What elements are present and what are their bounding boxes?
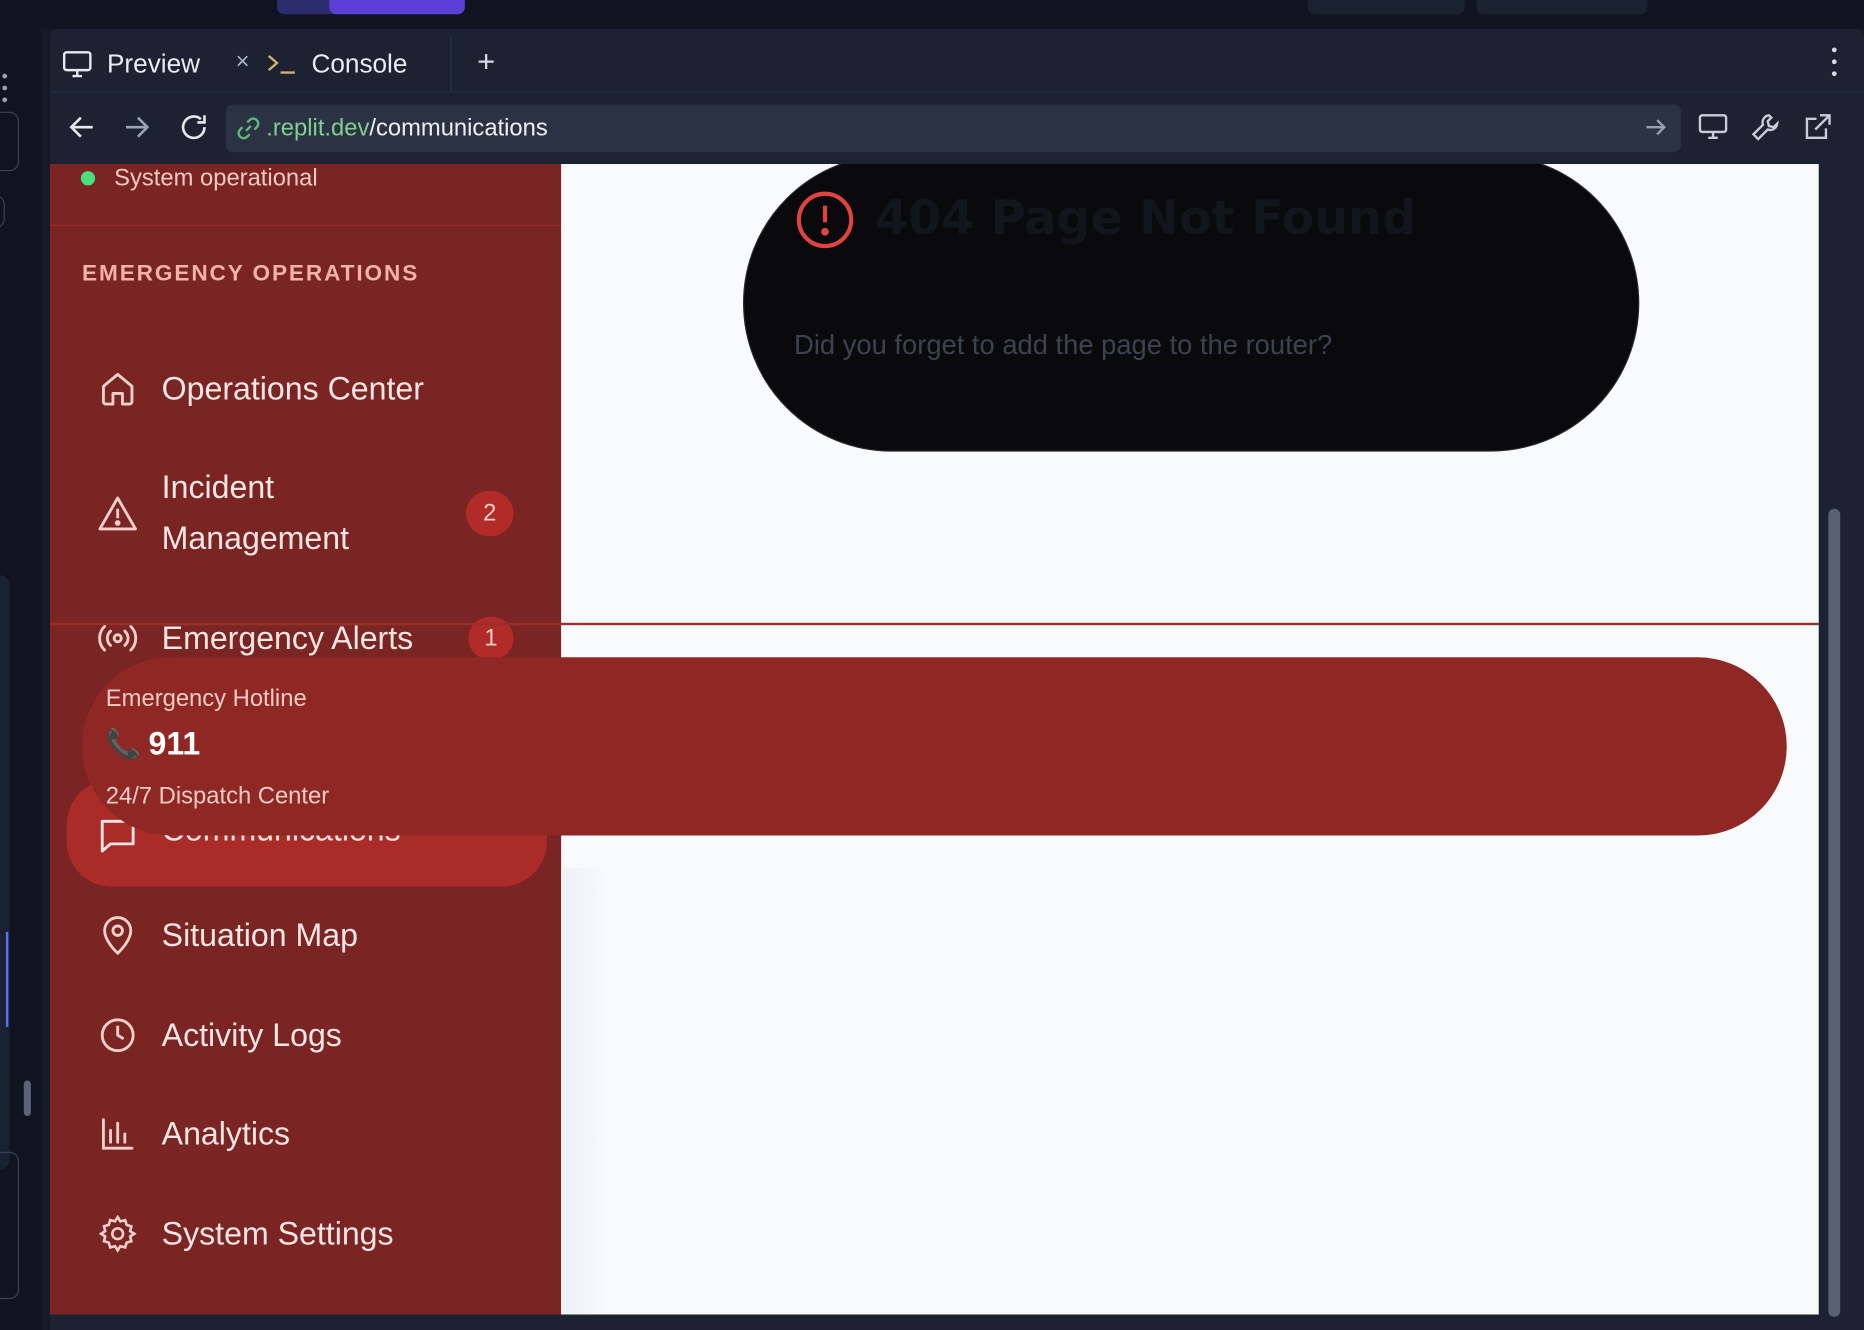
viewport-scrollbar[interactable] — [1818, 164, 1864, 1330]
status-text: System operational — [114, 164, 318, 191]
scrollbar-thumb[interactable] — [1828, 508, 1841, 1317]
phone-icon: 📞 — [105, 728, 142, 761]
not-found-card: 404 Page Not Found Did you forget to add… — [742, 164, 1640, 452]
nav-item-system-settings[interactable]: System Settings — [67, 1206, 547, 1261]
ide-left-gutter — [0, 28, 41, 1330]
wrench-icon[interactable] — [1748, 109, 1784, 145]
tab-console[interactable]: Console — [254, 35, 452, 93]
reload-button[interactable] — [176, 109, 212, 145]
window-top-strip — [0, 0, 1864, 29]
address-bar[interactable]: .replit.dev /communications — [225, 104, 1681, 153]
monitor-icon — [59, 46, 95, 82]
gutter-scrollbar[interactable] — [23, 1080, 31, 1117]
section-title: EMERGENCY OPERATIONS — [82, 261, 420, 287]
nav-item-label: Analytics — [161, 1115, 291, 1152]
gutter-panel — [0, 1151, 20, 1300]
gear-icon — [97, 1214, 137, 1254]
nav-item-label: System Settings — [161, 1215, 394, 1251]
hotline-number-text: 911 — [148, 726, 201, 762]
hotline-subtitle: 24/7 Dispatch Center — [105, 783, 330, 810]
hotline-number[interactable]: 📞 911 — [106, 726, 200, 763]
hotline-title: Emergency Hotline — [105, 685, 307, 712]
url-toolbar: .replit.dev /communications — [49, 92, 1864, 165]
go-arrow-icon[interactable] — [1643, 114, 1669, 140]
content-shadow — [561, 867, 609, 1315]
gutter-menu-icon[interactable] — [2, 73, 9, 103]
preview-pane: Preview × Console + .replit.dev /communi… — [49, 28, 1864, 1330]
not-found-message: Did you forget to add the page to the ro… — [794, 329, 1333, 361]
nav-item-situation-map[interactable]: Situation Map — [67, 908, 547, 963]
tab-label: Console — [311, 48, 408, 79]
tab-preview[interactable]: Preview × — [59, 36, 256, 93]
warning-triangle-icon — [97, 493, 137, 533]
gutter-panel — [0, 575, 10, 1170]
emergency-hotline-card: Emergency Hotline 📞 911 24/7 Dispatch Ce… — [82, 657, 1787, 836]
tab-label: Preview — [106, 48, 201, 79]
sidebar-divider — [49, 224, 562, 226]
app-viewport: 404 Page Not Found Did you forget to add… — [49, 164, 1819, 1315]
url-path: /communications — [369, 114, 548, 141]
nav-item-label: Emergency Alerts — [161, 619, 414, 656]
alert-circle-icon — [794, 189, 856, 251]
badge-count: 2 — [466, 490, 514, 537]
nav-item-label: Operations Center — [161, 370, 424, 406]
nav-item-label: Activity Logs — [161, 1016, 342, 1053]
map-pin-icon — [97, 915, 137, 956]
nav-item-activity-logs[interactable]: Activity Logs — [67, 1008, 547, 1063]
top-strip-tab-active[interactable] — [329, 0, 465, 15]
link-icon — [235, 115, 261, 141]
clock-icon — [97, 1015, 137, 1055]
not-found-title: 404 Page Not Found — [874, 191, 1416, 247]
tab-bar: Preview × Console + — [49, 28, 1864, 93]
close-icon[interactable]: × — [228, 48, 257, 77]
nav-item-analytics[interactable]: Analytics — [67, 1107, 547, 1162]
nav-item-incident-management[interactable]: Incident Management 2 — [67, 461, 547, 566]
add-tab-button[interactable]: + — [468, 42, 504, 79]
more-options-icon[interactable] — [1828, 47, 1840, 77]
gutter-accent — [5, 931, 9, 1027]
forward-button[interactable] — [119, 109, 155, 145]
url-host: .replit.dev — [266, 114, 370, 141]
devices-button[interactable] — [1695, 109, 1731, 145]
overlay-divider — [49, 622, 1819, 626]
top-strip-button[interactable] — [1476, 0, 1648, 15]
nav-item-label: Incident Management — [161, 469, 350, 557]
system-status: System operational — [80, 164, 318, 193]
nav-item-operations-center[interactable]: Operations Center — [67, 361, 547, 416]
home-icon — [97, 368, 137, 408]
status-dot — [80, 171, 96, 186]
pane-bottom-frame — [49, 1314, 1819, 1330]
back-button[interactable] — [64, 109, 100, 145]
terminal-icon — [264, 46, 300, 82]
gutter-tab[interactable] — [0, 111, 20, 172]
open-external-icon[interactable] — [1800, 109, 1836, 145]
bar-chart-icon — [97, 1114, 137, 1154]
nav-item-label: Situation Map — [161, 916, 358, 953]
gutter-tab[interactable] — [0, 194, 5, 229]
top-strip-button[interactable] — [1307, 0, 1465, 15]
